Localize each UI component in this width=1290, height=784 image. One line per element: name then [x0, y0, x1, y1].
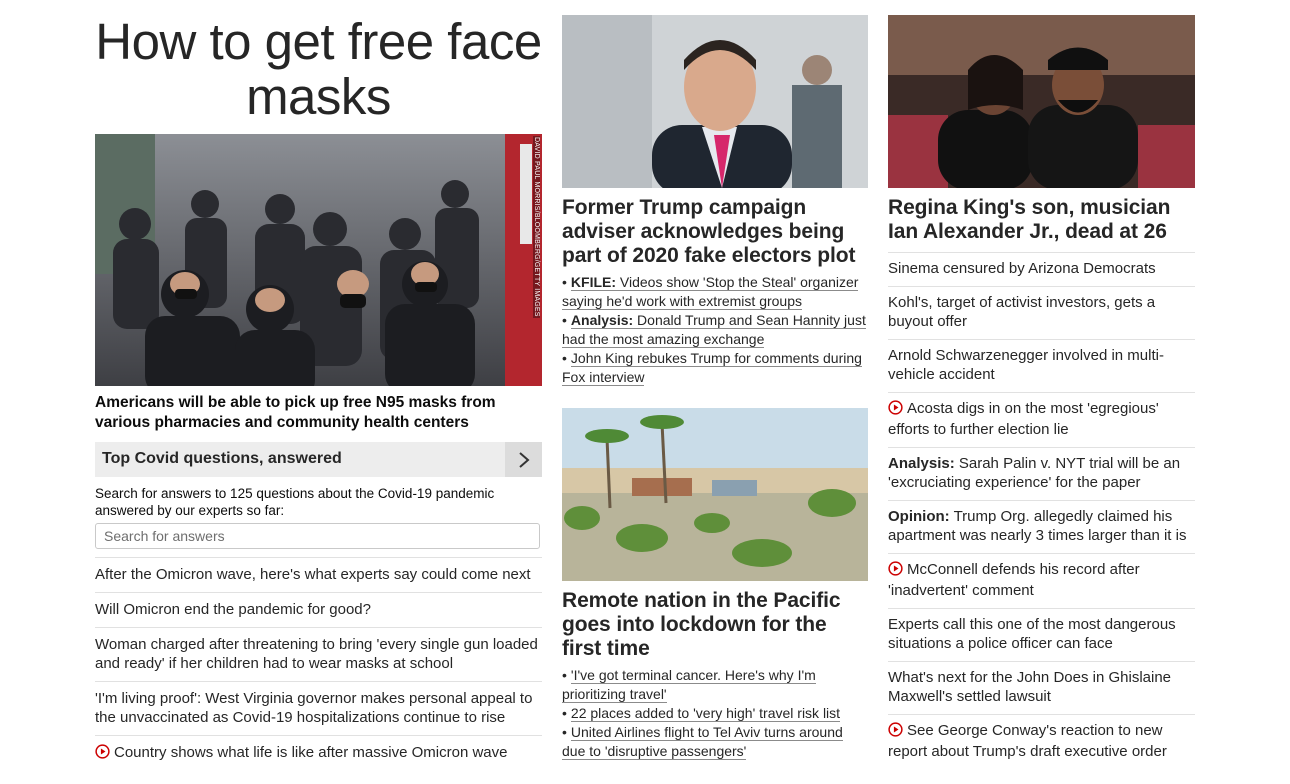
story-image-regina-king[interactable] — [888, 15, 1195, 188]
list-item-text[interactable]: What's next for the John Does in Ghislai… — [888, 669, 1171, 705]
covid-questions-bar[interactable]: Top Covid questions, answered — [95, 442, 542, 477]
related-link[interactable]: • John King rebukes Trump for comments du… — [562, 349, 868, 387]
hero-caption[interactable]: Americans will be able to pick up free N… — [95, 393, 542, 433]
covid-questions-title[interactable]: Top Covid questions, answered — [102, 450, 342, 468]
list-item-text[interactable]: Kohl's, target of activist investors, ge… — [888, 294, 1155, 330]
story-headline[interactable]: Former Trump campaign adviser acknowledg… — [562, 196, 868, 268]
related-link[interactable]: • 22 places added to 'very high' travel r… — [562, 704, 868, 723]
list-item-text[interactable]: Arnold Schwarzenegger involved in multi-… — [888, 347, 1164, 383]
story-related-links: • 'I've got terminal cancer. Here's why I… — [562, 666, 868, 761]
list-item[interactable]: Arnold Schwarzenegger involved in multi-… — [888, 339, 1195, 392]
related-link[interactable]: • 'I've got terminal cancer. Here's why I… — [562, 666, 868, 704]
link-text[interactable]: United Airlines flight to Tel Aviv turns… — [562, 724, 843, 760]
story-headline[interactable]: Remote nation in the Pacific goes into l… — [562, 589, 868, 661]
list-item[interactable]: 'I'm living proof': West Virginia govern… — [95, 681, 542, 735]
video-play-icon — [888, 722, 903, 742]
list-item[interactable]: Kohl's, target of activist investors, ge… — [888, 286, 1195, 339]
list-item[interactable]: See George Conway's reaction to new repo… — [888, 714, 1195, 769]
link-text[interactable]: 'I've got terminal cancer. Here's why I'… — [562, 667, 816, 703]
covid-story-list: After the Omicron wave, here's what expe… — [95, 557, 542, 772]
headline-list: Sinema censured by Arizona Democrats Koh… — [888, 252, 1195, 769]
link-label: Analysis: — [570, 312, 634, 328]
list-item-text[interactable]: See George Conway's reaction to new repo… — [888, 722, 1167, 760]
list-item-text[interactable]: Acosta digs in on the most 'egregious' e… — [888, 400, 1159, 438]
covid-search-input[interactable] — [95, 523, 540, 549]
list-item[interactable]: Country shows what life is like after ma… — [95, 735, 542, 772]
item-label: Analysis: — [888, 455, 955, 472]
related-link[interactable]: • United Airlines flight to Tel Aviv turn… — [562, 723, 868, 761]
list-item[interactable]: Acosta digs in on the most 'egregious' e… — [888, 392, 1195, 447]
covid-search-description: Search for answers to 125 questions abou… — [95, 486, 495, 518]
story-image-trump-adviser[interactable] — [562, 15, 868, 188]
list-item[interactable]: Analysis: Sarah Palin v. NYT trial will … — [888, 447, 1195, 500]
list-item[interactable]: Sinema censured by Arizona Democrats — [888, 252, 1195, 286]
link-label: KFILE: — [570, 274, 617, 290]
right-column: Regina King's son, musician Ian Alexande… — [888, 0, 1195, 769]
list-item-text[interactable]: 'I'm living proof': West Virginia govern… — [95, 690, 532, 726]
video-play-icon — [888, 400, 903, 420]
list-item-text[interactable]: Country shows what life is like after ma… — [114, 744, 507, 761]
link-text[interactable]: John King rebukes Trump for comments dur… — [562, 350, 862, 385]
story-image-pacific-island[interactable] — [562, 408, 868, 581]
list-item-text[interactable]: Sinema censured by Arizona Democrats — [888, 260, 1156, 277]
list-item-text[interactable]: Woman charged after threatening to bring… — [95, 636, 538, 672]
video-play-icon — [888, 561, 903, 581]
item-label: Opinion: — [888, 508, 950, 525]
link-text[interactable]: 22 places added to 'very high' travel ri… — [570, 705, 841, 722]
story-related-links: • KFILE: Videos show 'Stop the Steal' org… — [562, 273, 868, 387]
hero-image[interactable]: DAVID PAUL MORRIS/BLOOMBERG/GETTY IMAGES — [95, 134, 542, 386]
list-item[interactable]: Experts call this one of the most danger… — [888, 608, 1195, 661]
list-item[interactable]: Will Omicron end the pandemic for good? — [95, 592, 542, 627]
chevron-right-icon[interactable] — [505, 442, 542, 477]
related-link[interactable]: • KFILE: Videos show 'Stop the Steal' org… — [562, 273, 868, 311]
left-column: How to get free face masks DAVID PAUL MO… — [95, 0, 542, 772]
list-item[interactable]: Woman charged after threatening to bring… — [95, 627, 542, 681]
list-item[interactable]: After the Omicron wave, here's what expe… — [95, 557, 542, 592]
list-item-text[interactable]: After the Omicron wave, here's what expe… — [95, 566, 531, 583]
list-item[interactable]: McConnell defends his record after 'inad… — [888, 553, 1195, 608]
story-headline[interactable]: Regina King's son, musician Ian Alexande… — [888, 196, 1195, 244]
photo-credit: DAVID PAUL MORRIS/BLOOMBERG/GETTY IMAGES — [533, 136, 540, 318]
related-link[interactable]: • Analysis: Donald Trump and Sean Hannity… — [562, 311, 868, 349]
video-play-icon — [95, 744, 110, 764]
list-item[interactable]: Opinion: Trump Org. allegedly claimed hi… — [888, 500, 1195, 553]
list-item-text[interactable]: McConnell defends his record after 'inad… — [888, 561, 1140, 599]
list-item-text[interactable]: Will Omicron end the pandemic for good? — [95, 601, 371, 618]
list-item[interactable]: What's next for the John Does in Ghislai… — [888, 661, 1195, 714]
middle-column: Former Trump campaign adviser acknowledg… — [562, 0, 868, 761]
feature-title[interactable]: How to get free face masks — [95, 14, 542, 124]
list-item-text[interactable]: Experts call this one of the most danger… — [888, 616, 1176, 652]
